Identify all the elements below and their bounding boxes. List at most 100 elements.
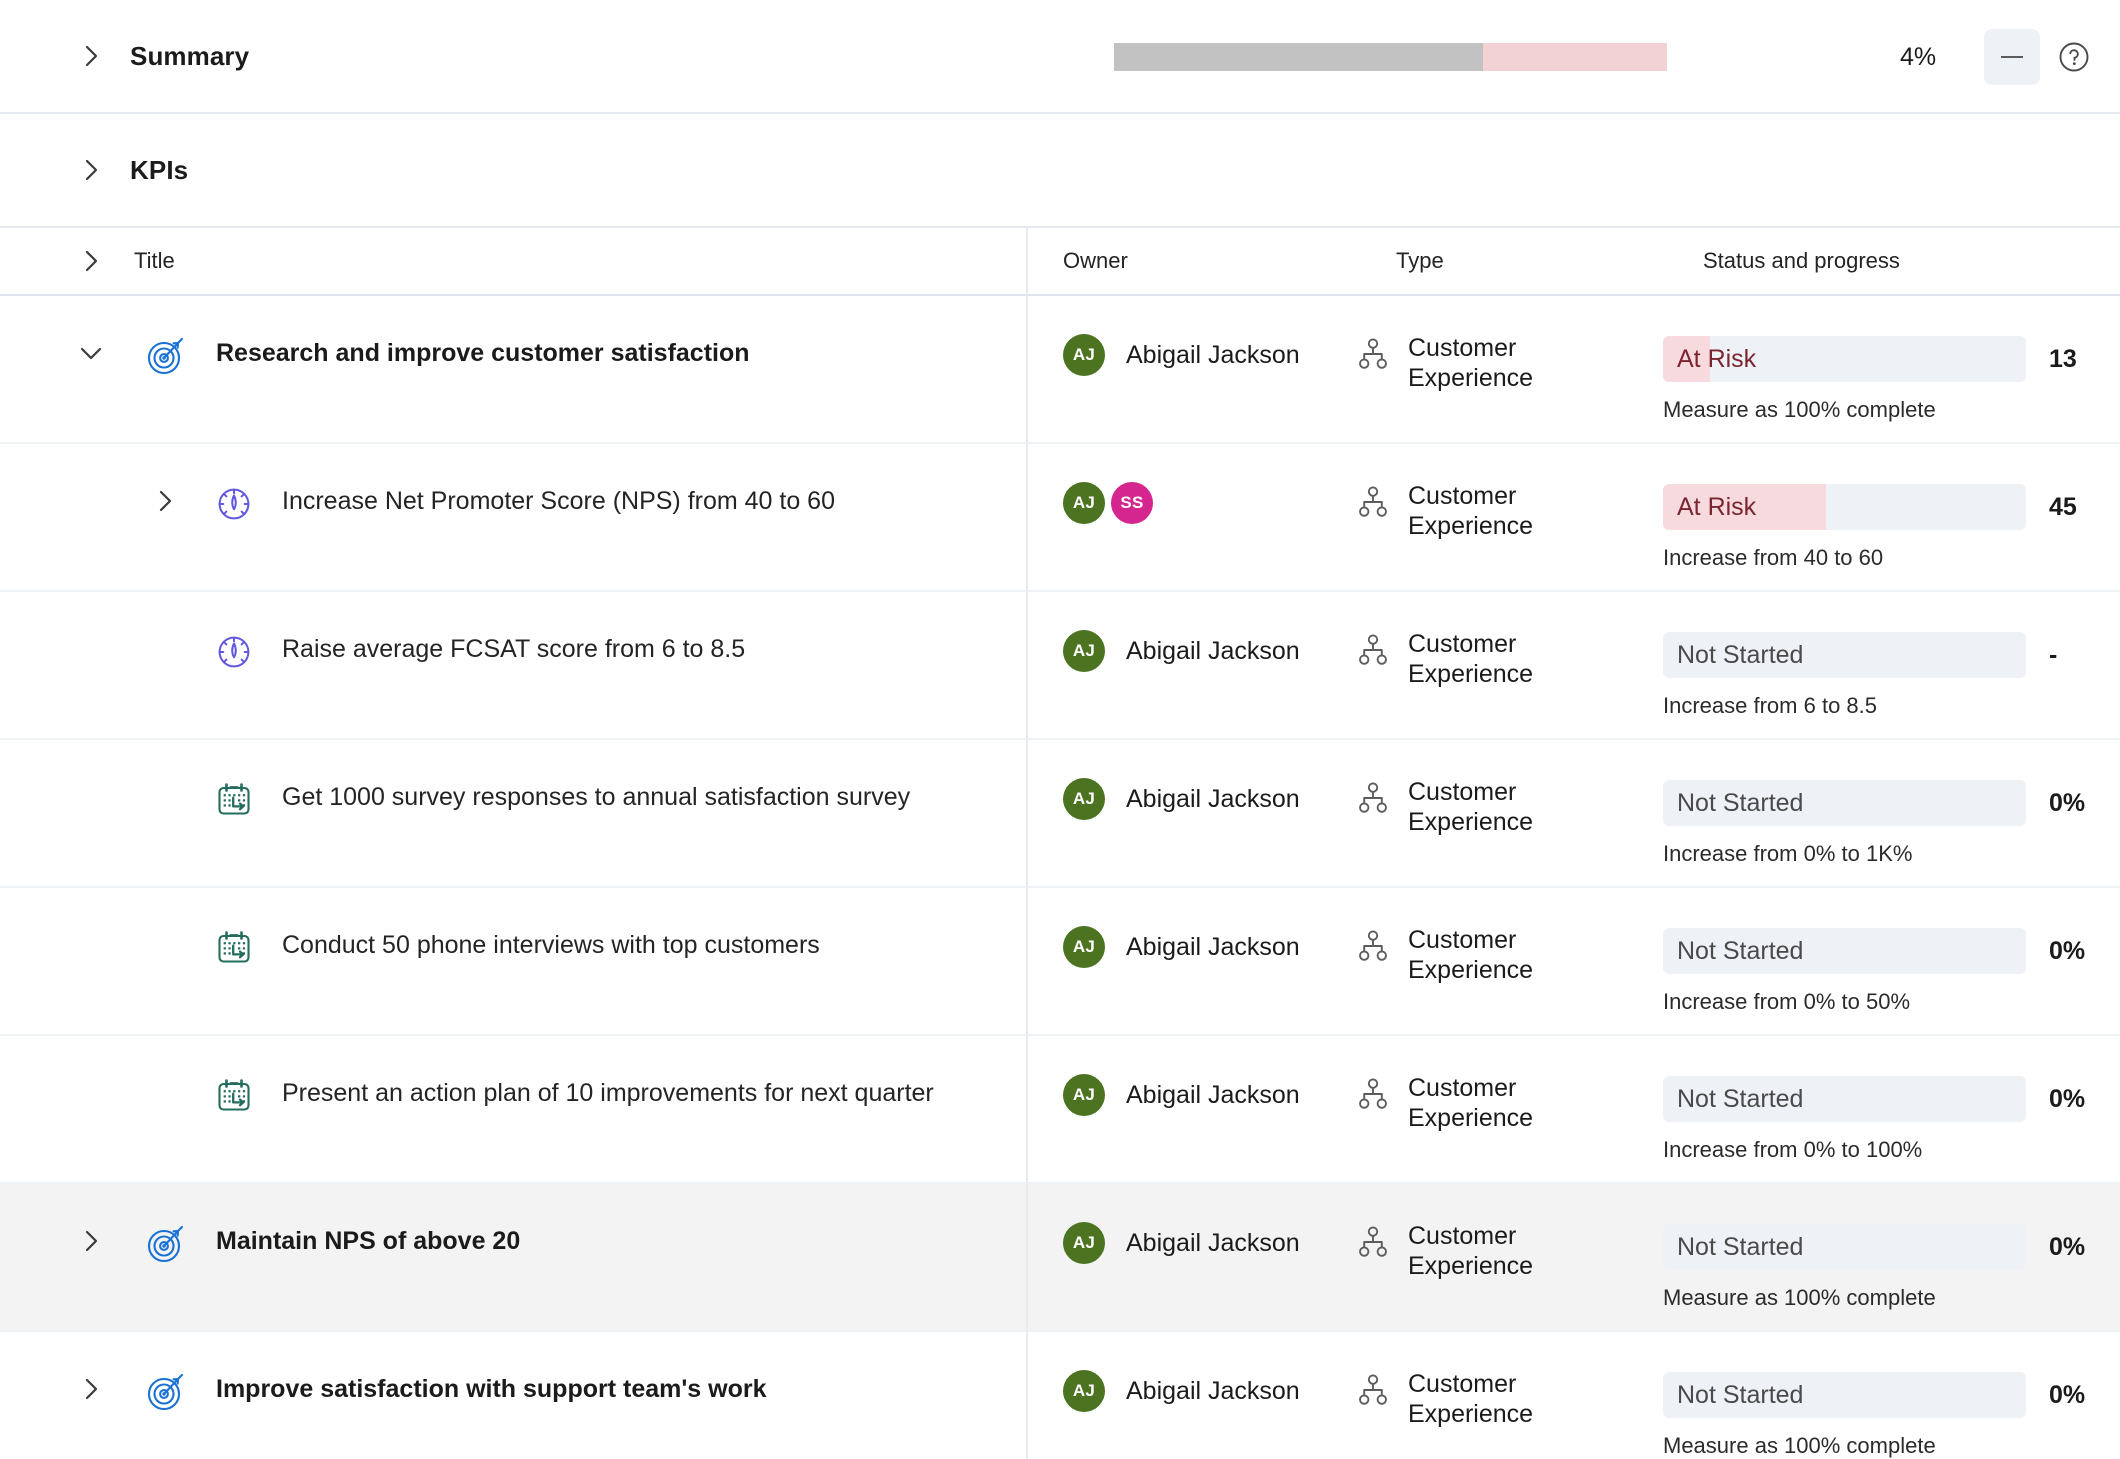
task-calendar-icon [212, 926, 256, 970]
table-row[interactable]: Improve satisfaction with support team's… [0, 1332, 2120, 1459]
avatar-group: AJ [1063, 1074, 1105, 1116]
type-label: Customer Experience [1408, 334, 1578, 393]
status-value: 13 [2049, 345, 2077, 374]
kpis-section-row[interactable]: KPIs [0, 114, 2120, 228]
row-title-label[interactable]: Get 1000 survey responses to annual sati… [282, 783, 910, 813]
cell-title: Get 1000 survey responses to annual sati… [0, 740, 1026, 813]
status-badge[interactable]: Not Started [1663, 632, 2026, 678]
row-title-label[interactable]: Conduct 50 phone interviews with top cus… [282, 931, 820, 961]
cell-owner: AJ Abigail Jackson [1026, 1184, 1356, 1264]
status-badge[interactable]: At Risk [1663, 336, 2026, 382]
cell-type: Customer Experience [1356, 444, 1663, 541]
status-text: Not Started [1663, 937, 1803, 966]
cell-type: Customer Experience [1356, 1036, 1663, 1133]
chevron-right-icon[interactable] [152, 488, 178, 514]
table-row[interactable]: Present an action plan of 10 improvement… [0, 1036, 2120, 1184]
status-value: 0% [2049, 1233, 2085, 1262]
avatar[interactable]: AJ [1063, 334, 1105, 376]
type-label: Customer Experience [1408, 926, 1578, 985]
avatar[interactable]: AJ [1063, 630, 1105, 672]
status-text: At Risk [1663, 493, 1756, 522]
type-label: Customer Experience [1408, 1370, 1578, 1429]
status-line: Not Started0% [1663, 780, 2120, 826]
table-row[interactable]: Get 1000 survey responses to annual sati… [0, 740, 2120, 888]
cell-owner: AJSS [1026, 444, 1356, 524]
cell-type: Customer Experience [1356, 1332, 1663, 1429]
chevron-right-icon[interactable] [78, 1376, 104, 1402]
avatar[interactable]: AJ [1063, 778, 1105, 820]
table-row[interactable]: Conduct 50 phone interviews with top cus… [0, 888, 2120, 1036]
owner-name: Abigail Jackson [1126, 1377, 1300, 1406]
chevron-right-icon[interactable] [78, 157, 104, 183]
column-header-status[interactable]: Status and progress [1703, 248, 1900, 274]
target-icon [144, 1370, 188, 1414]
avatar[interactable]: SS [1111, 482, 1153, 524]
cell-status: Not Started0%Increase from 0% to 100% [1663, 1036, 2120, 1163]
row-title-label[interactable]: Improve satisfaction with support team's… [216, 1375, 767, 1405]
collapse-button[interactable] [1984, 29, 2040, 85]
avatar-group: AJ [1063, 926, 1105, 968]
status-line: Not Started 0% [1663, 928, 2120, 974]
row-title-label[interactable]: Research and improve customer satisfacti… [216, 339, 750, 369]
type-label: Customer Experience [1408, 1074, 1578, 1133]
cell-status: At Risk45Increase from 40 to 60 [1663, 444, 2120, 571]
status-line: At Risk 13 [1663, 336, 2120, 382]
status-badge[interactable]: Not Started [1663, 780, 2026, 826]
table-row[interactable]: Increase Net Promoter Score (NPS) from 4… [0, 444, 2120, 592]
help-button[interactable] [2050, 33, 2098, 81]
summary-section-row[interactable]: Summary 4% [0, 0, 2120, 114]
owner-name: Abigail Jackson [1126, 637, 1300, 666]
chevron-right-icon[interactable] [78, 1228, 104, 1254]
status-text: Not Started [1663, 1233, 1803, 1262]
status-line: Not Started 0% [1663, 1224, 2120, 1270]
table-row[interactable]: Raise average FCSAT score from 6 to 8.5 A… [0, 592, 2120, 740]
org-hierarchy-icon [1356, 337, 1390, 371]
column-divider [1026, 296, 1028, 1459]
status-value: 0% [2049, 937, 2085, 966]
chevron-down-icon[interactable] [78, 340, 104, 366]
cell-status: Not Started0%Increase from 0% to 1K% [1663, 740, 2120, 867]
avatar[interactable]: AJ [1063, 1074, 1105, 1116]
avatar[interactable]: AJ [1063, 1370, 1105, 1412]
table-row[interactable]: Research and improve customer satisfacti… [0, 296, 2120, 444]
cell-type: Customer Experience [1356, 296, 1663, 393]
avatar[interactable]: AJ [1063, 1222, 1105, 1264]
chevron-right-icon[interactable] [78, 43, 104, 69]
status-badge[interactable]: Not Started [1663, 1224, 2026, 1270]
summary-label: Summary [130, 41, 249, 72]
cell-status: At Risk 13 Measure as 100% complete [1663, 296, 2120, 423]
owner-name: Abigail Jackson [1126, 785, 1300, 814]
row-title-label[interactable]: Present an action plan of 10 improvement… [282, 1079, 934, 1109]
avatar-group: AJ [1063, 778, 1105, 820]
status-badge[interactable]: At Risk [1663, 484, 2026, 530]
avatar[interactable]: AJ [1063, 926, 1105, 968]
table-row[interactable]: Maintain NPS of above 20 AJ Abigail Jackso… [0, 1184, 2120, 1332]
row-title-label[interactable]: Maintain NPS of above 20 [216, 1227, 520, 1257]
status-badge[interactable]: Not Started [1663, 1076, 2026, 1122]
status-subtitle: Increase from 0% to 50% [1663, 989, 2120, 1015]
chevron-right-icon[interactable] [78, 248, 104, 274]
type-label: Customer Experience [1408, 482, 1578, 541]
cell-owner: AJAbigail Jackson [1026, 1036, 1356, 1116]
status-text: Not Started [1663, 789, 1803, 818]
row-title-label[interactable]: Raise average FCSAT score from 6 to 8.5 [282, 635, 745, 665]
status-value: 0% [2049, 1381, 2085, 1410]
status-line: At Risk45 [1663, 484, 2120, 530]
column-header-title[interactable]: Title [134, 248, 175, 274]
cell-title: Increase Net Promoter Score (NPS) from 4… [0, 444, 1026, 517]
status-subtitle: Measure as 100% complete [1663, 397, 2120, 423]
column-header-type[interactable]: Type [1396, 248, 1444, 274]
row-title-label[interactable]: Increase Net Promoter Score (NPS) from 4… [282, 487, 835, 517]
cell-owner: AJ Abigail Jackson [1026, 740, 1356, 820]
avatar-group: AJSS [1063, 482, 1153, 524]
org-hierarchy-icon [1356, 485, 1390, 519]
progress-segment-pink [1483, 43, 1667, 71]
status-badge[interactable]: Not Started [1663, 1372, 2026, 1418]
avatar[interactable]: AJ [1063, 482, 1105, 524]
owner-name: Abigail Jackson [1126, 1229, 1300, 1258]
org-hierarchy-icon [1356, 781, 1390, 815]
column-header-owner[interactable]: Owner [1063, 248, 1128, 274]
cell-title: Improve satisfaction with support team's… [0, 1332, 1026, 1405]
status-badge[interactable]: Not Started [1663, 928, 2026, 974]
minus-icon [2001, 56, 2023, 58]
